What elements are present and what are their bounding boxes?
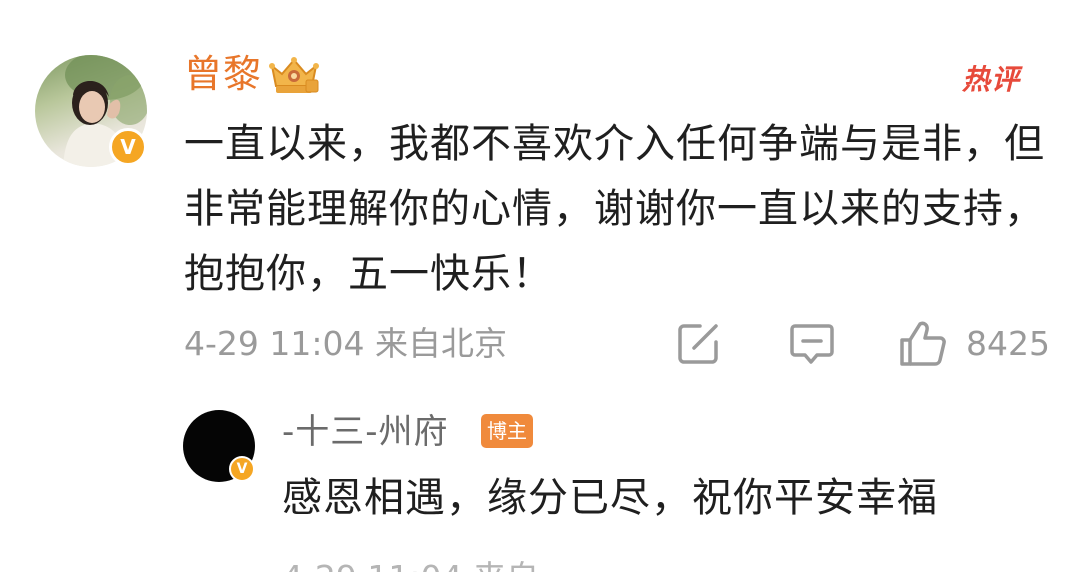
reply-timestamp-location: 4-29 11:04 来自 [282,556,539,572]
reply-text: 感恩相遇，缘分已尽，祝你平安幸福 [282,475,938,521]
author-badge: 博主 [481,414,533,448]
crown-icon [269,57,319,93]
reply-author-name[interactable]: -十三-州府 [282,410,449,454]
share-icon[interactable] [676,320,722,366]
comment-thread: V 曾黎 热评 一直以来，我都不喜欢介入任何争端与是非，但非常能理解你的心情，谢… [0,0,1080,572]
verified-badge-icon: V [229,456,255,482]
hot-comment-tag: 热评 [962,63,1021,96]
comment-author-name[interactable]: 曾黎 [184,50,262,98]
thumbs-up-icon[interactable] [898,318,948,368]
comment-text: 一直以来，我都不喜欢介入任何争端与是非，但非常能理解你的心情，谢谢你一直以来的支… [184,121,1045,297]
verified-badge-icon: V [109,128,147,166]
comment-timestamp-location: 4-29 11:04 来自北京 [184,324,507,363]
like-count: 8425 [966,324,1050,363]
comment-icon[interactable] [789,320,835,366]
